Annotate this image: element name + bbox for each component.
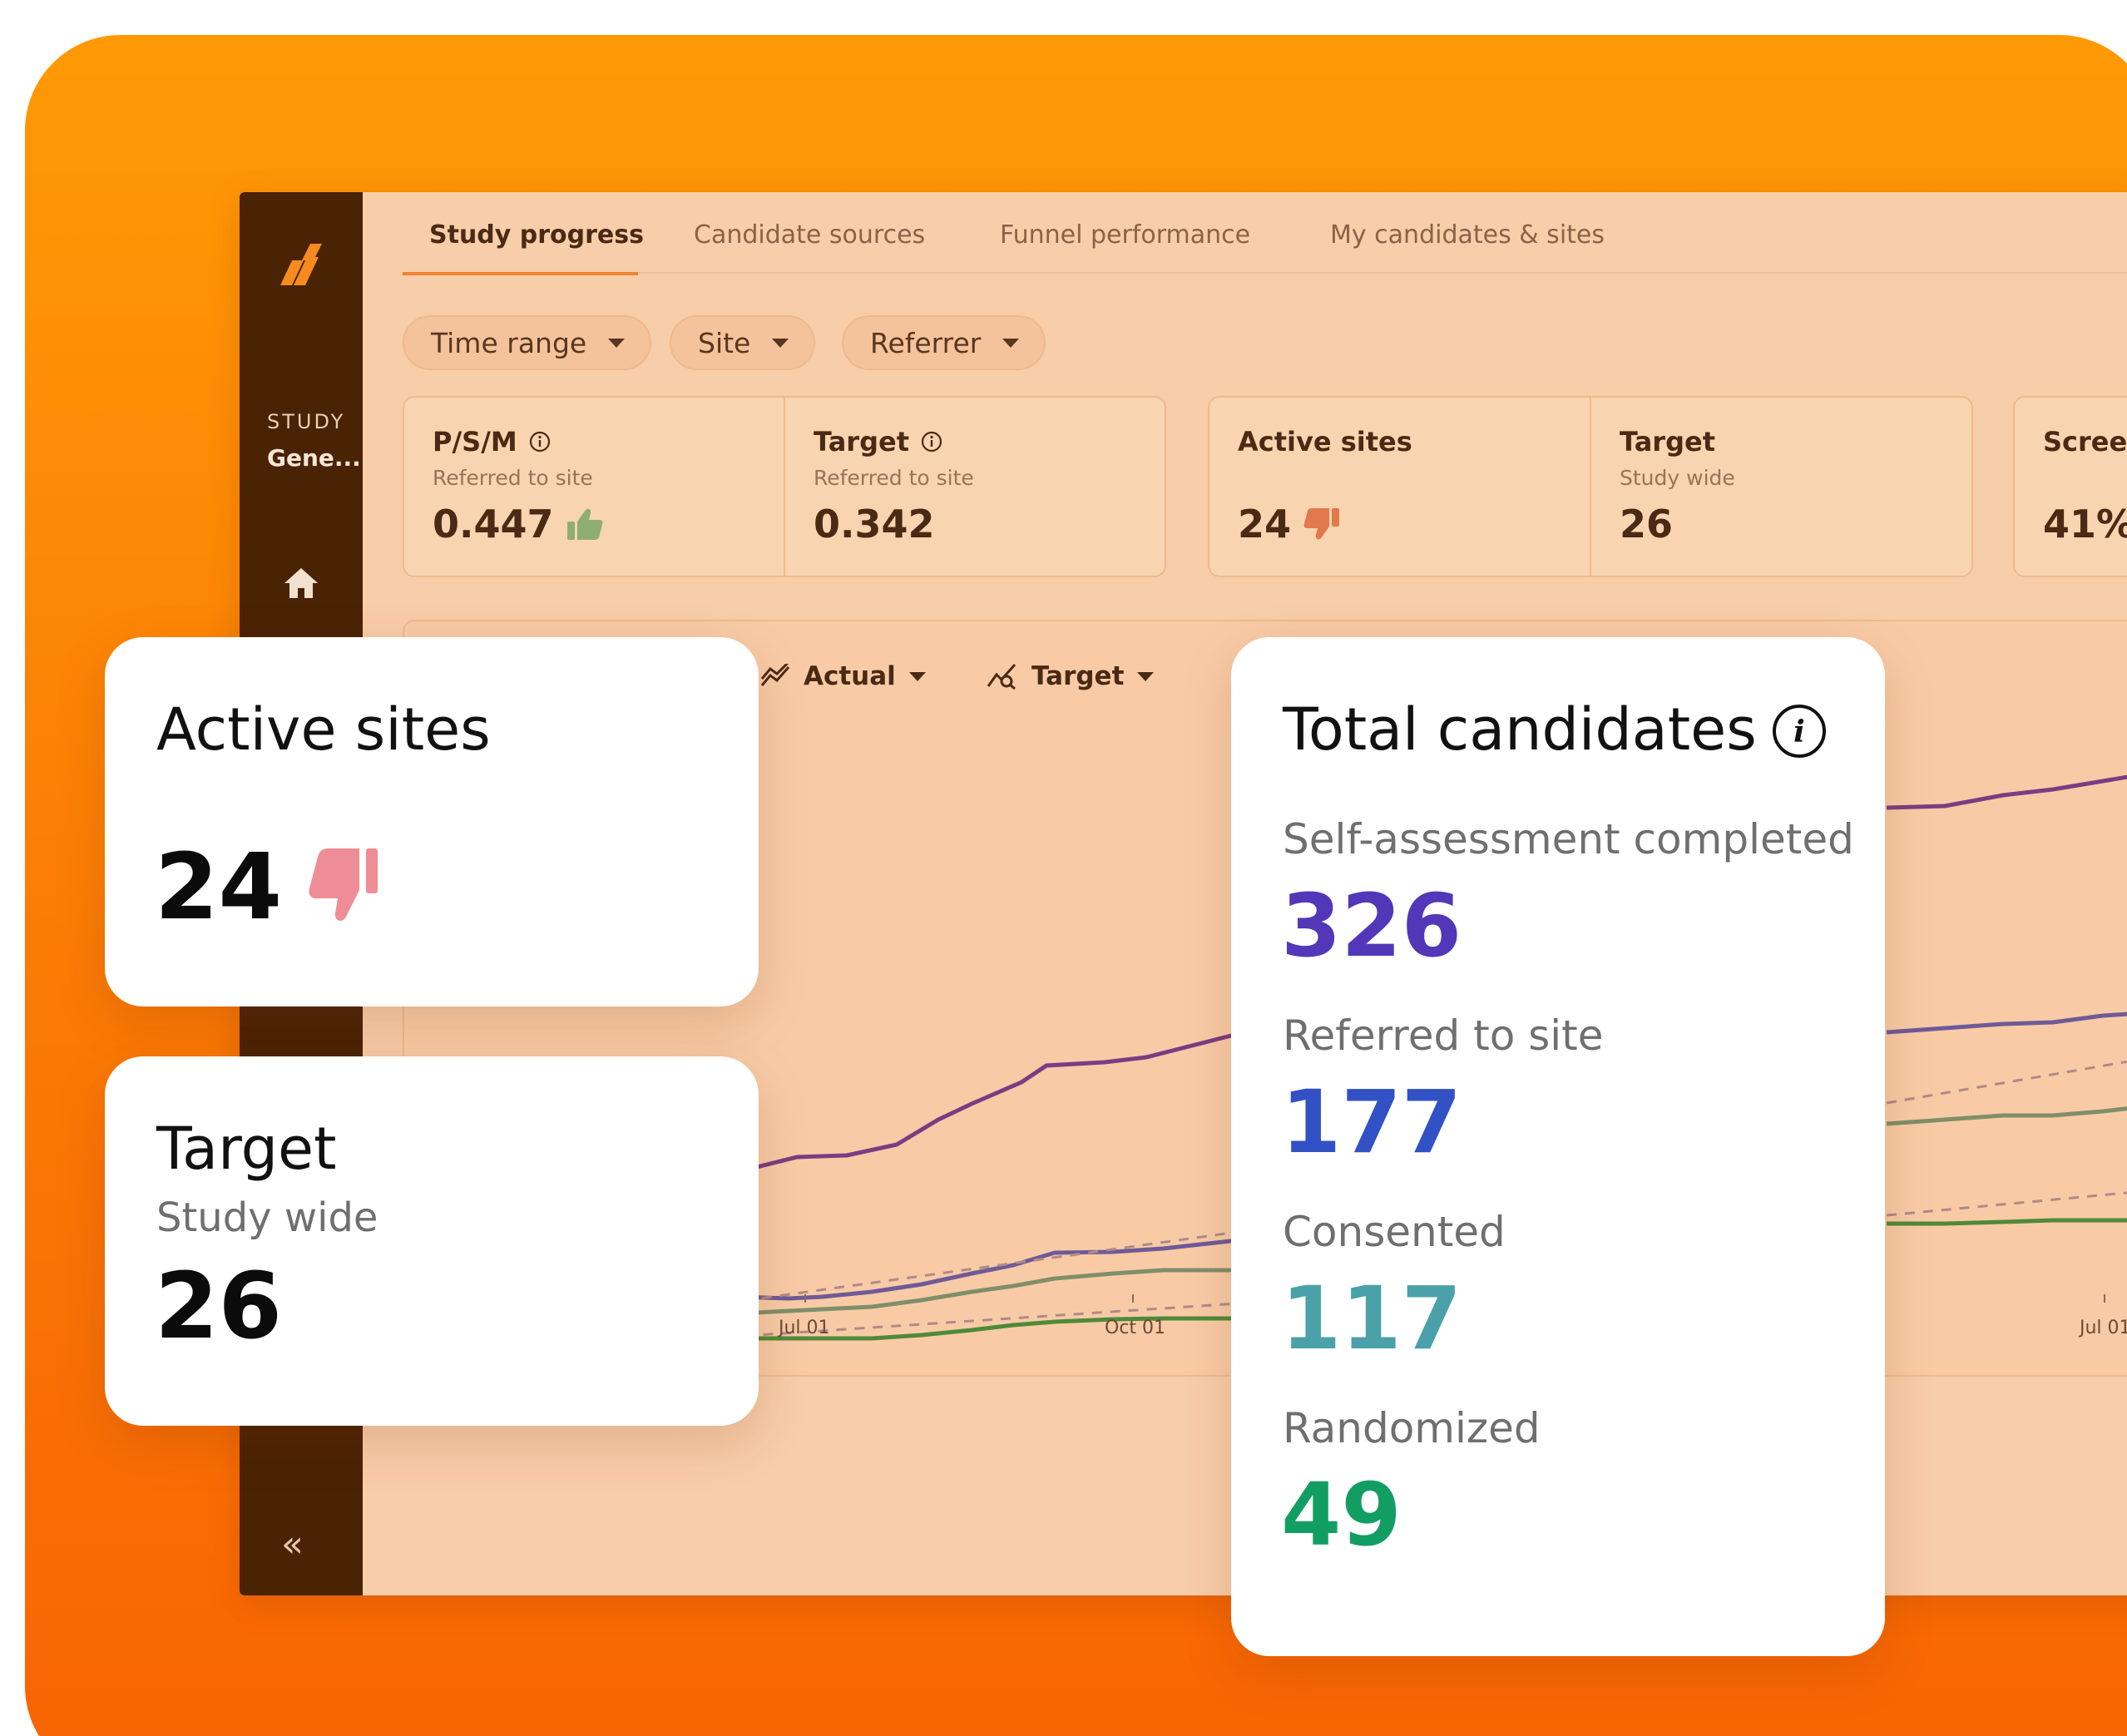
- x-tick-label: Jul 01: [777, 1318, 830, 1338]
- consented-value: 117: [1281, 1268, 1462, 1369]
- consented-label: Consented: [1283, 1208, 1506, 1256]
- self-assessment-value: 326: [1281, 875, 1462, 977]
- total-candidates-card: Total candidates i Self-assessment compl…: [1231, 637, 1885, 1656]
- referred-label: Referred to site: [1283, 1011, 1604, 1060]
- series-consented-right: [1886, 1106, 2127, 1126]
- total-candidates-title: Total candidates: [1283, 695, 1757, 764]
- target-card-value: 26: [155, 1253, 283, 1359]
- x-tick-label: Jul 01: [2078, 1318, 2127, 1338]
- target-lower-line-right: [1886, 1191, 2127, 1217]
- active-sites-card: Active sites 24: [105, 637, 759, 1006]
- series-self-assessment-right: [1886, 774, 2127, 810]
- target-card: Target Study wide 26: [105, 1056, 759, 1426]
- active-sites-card-title: Active sites: [156, 695, 491, 764]
- self-assessment-label: Self-assessment completed: [1283, 815, 1854, 863]
- referred-value: 177: [1281, 1071, 1462, 1173]
- series-randomized-right: [1887, 1218, 2127, 1226]
- target-card-subtitle: Study wide: [156, 1194, 378, 1241]
- target-card-title: Target: [156, 1115, 337, 1183]
- target-upper-line-right: [1886, 1060, 2127, 1105]
- randomized-label: Randomized: [1283, 1404, 1541, 1452]
- info-icon[interactable]: i: [1772, 704, 1827, 759]
- active-sites-card-value: 24: [155, 833, 283, 940]
- series-referred-right: [1886, 1011, 2127, 1035]
- randomized-value: 49: [1281, 1464, 1402, 1565]
- svg-text:i: i: [1793, 715, 1805, 749]
- x-tick-label: Oct 01: [1105, 1318, 1165, 1338]
- thumbs-down-icon: [309, 848, 378, 921]
